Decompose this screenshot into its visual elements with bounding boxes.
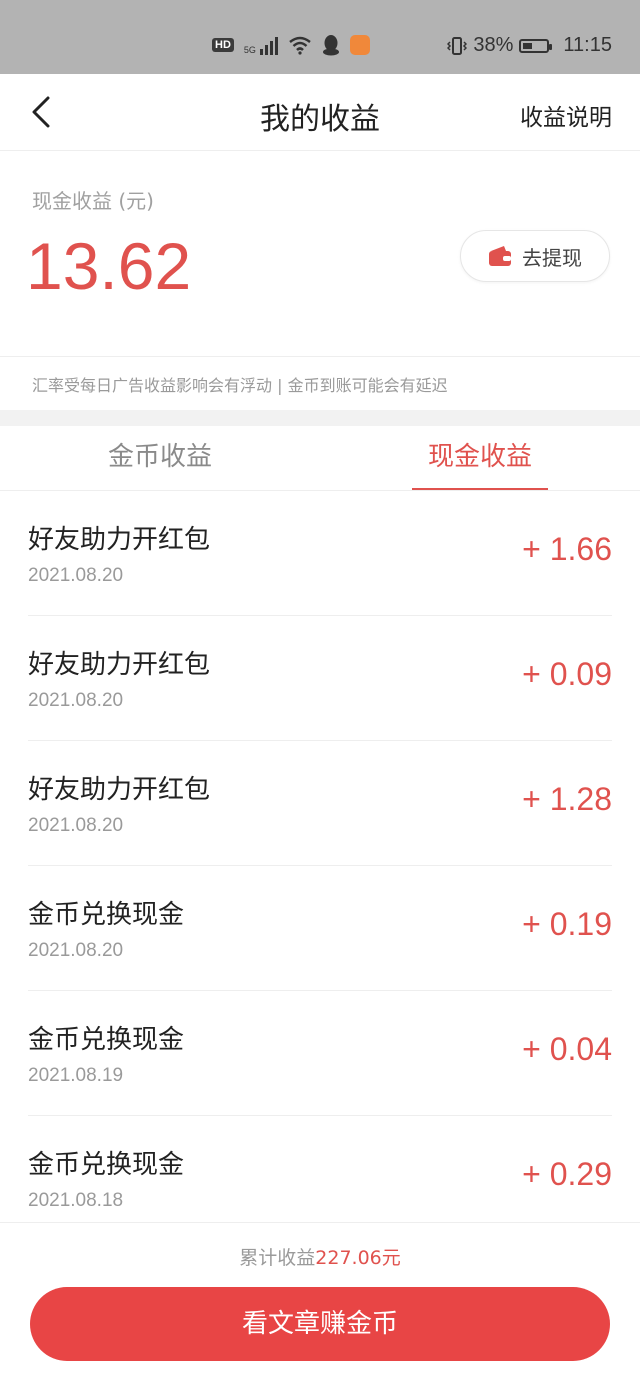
record-date: 2021.08.19 [28,1065,124,1086]
clock: 11:15 [563,34,612,56]
record-title: 好友助力开红包 [28,775,211,805]
total-earnings: 累计收益227.06元 [0,1243,640,1270]
status-bar: HD 5G 38% 11:15 [0,0,640,74]
header: 我的收益 收益说明 [0,74,640,151]
record-title: 好友助力开红包 [28,525,211,555]
record-title: 金币兑换现金 [28,1025,185,1055]
record-date: 2021.08.20 [28,565,124,586]
total-amount: 227.06元 [315,1247,401,1269]
battery-percent: 38% [473,34,514,56]
list-item: 好友助力开红包 2021.08.20 + 0.09 [28,616,612,741]
exchange-notice: 汇率受每日广告收益影响会有浮动 | 金币到账可能会有延迟 [32,376,448,395]
record-title: 好友助力开红包 [28,650,211,680]
record-amount: + 1.28 [522,781,612,817]
record-date: 2021.08.20 [28,815,124,836]
record-amount: + 0.04 [522,1031,612,1067]
list-item: 金币兑换现金 2021.08.20 + 0.19 [28,866,612,991]
active-tab-indicator [412,488,548,490]
withdraw-button[interactable]: 去提现 [460,230,610,282]
app-notification-icon [349,35,370,55]
list-item: 好友助力开红包 2021.08.20 + 1.28 [28,741,612,866]
earnings-list: 好友助力开红包 2021.08.20 + 1.66 好友助力开红包 2021.0… [0,491,640,1240]
record-amount: + 1.66 [522,531,612,567]
signal-icon: 5G [244,35,278,55]
tab-coin-earnings[interactable]: 金币收益 [0,426,320,490]
divider [0,356,640,357]
record-title: 金币兑换现金 [28,900,185,930]
section-separator [0,410,640,426]
tab-bar: 金币收益 现金收益 [0,426,640,491]
earnings-info-link[interactable]: 收益说明 [520,98,612,132]
list-item: 金币兑换现金 2021.08.19 + 0.04 [28,991,612,1116]
withdraw-label: 去提现 [522,245,582,270]
record-date: 2021.08.18 [28,1190,124,1211]
vibrate-icon [447,36,468,55]
status-right: 38% 11:15 [447,34,612,57]
wallet-icon [489,246,511,266]
read-articles-button[interactable]: 看文章赚金币 [30,1287,610,1361]
record-amount: + 0.29 [522,1156,612,1192]
battery-icon [519,38,553,53]
wifi-icon [289,36,311,55]
balance-value: 13.62 [26,229,192,303]
balance-label: 现金收益 (元) [32,189,154,213]
tab-cash-earnings[interactable]: 现金收益 [320,426,640,490]
record-date: 2021.08.20 [28,940,124,961]
record-amount: + 0.09 [522,656,612,692]
record-amount: + 0.19 [522,906,612,942]
status-icons: HD 5G [212,34,370,56]
hd-indicator: HD [212,38,234,52]
record-date: 2021.08.20 [28,690,124,711]
record-title: 金币兑换现金 [28,1150,185,1180]
footer: 累计收益227.06元 看文章赚金币 [0,1222,640,1388]
network-type: 5G [243,45,256,55]
total-label: 累计收益 [239,1247,316,1269]
qq-icon [322,35,339,56]
list-item: 好友助力开红包 2021.08.20 + 1.66 [28,491,612,616]
